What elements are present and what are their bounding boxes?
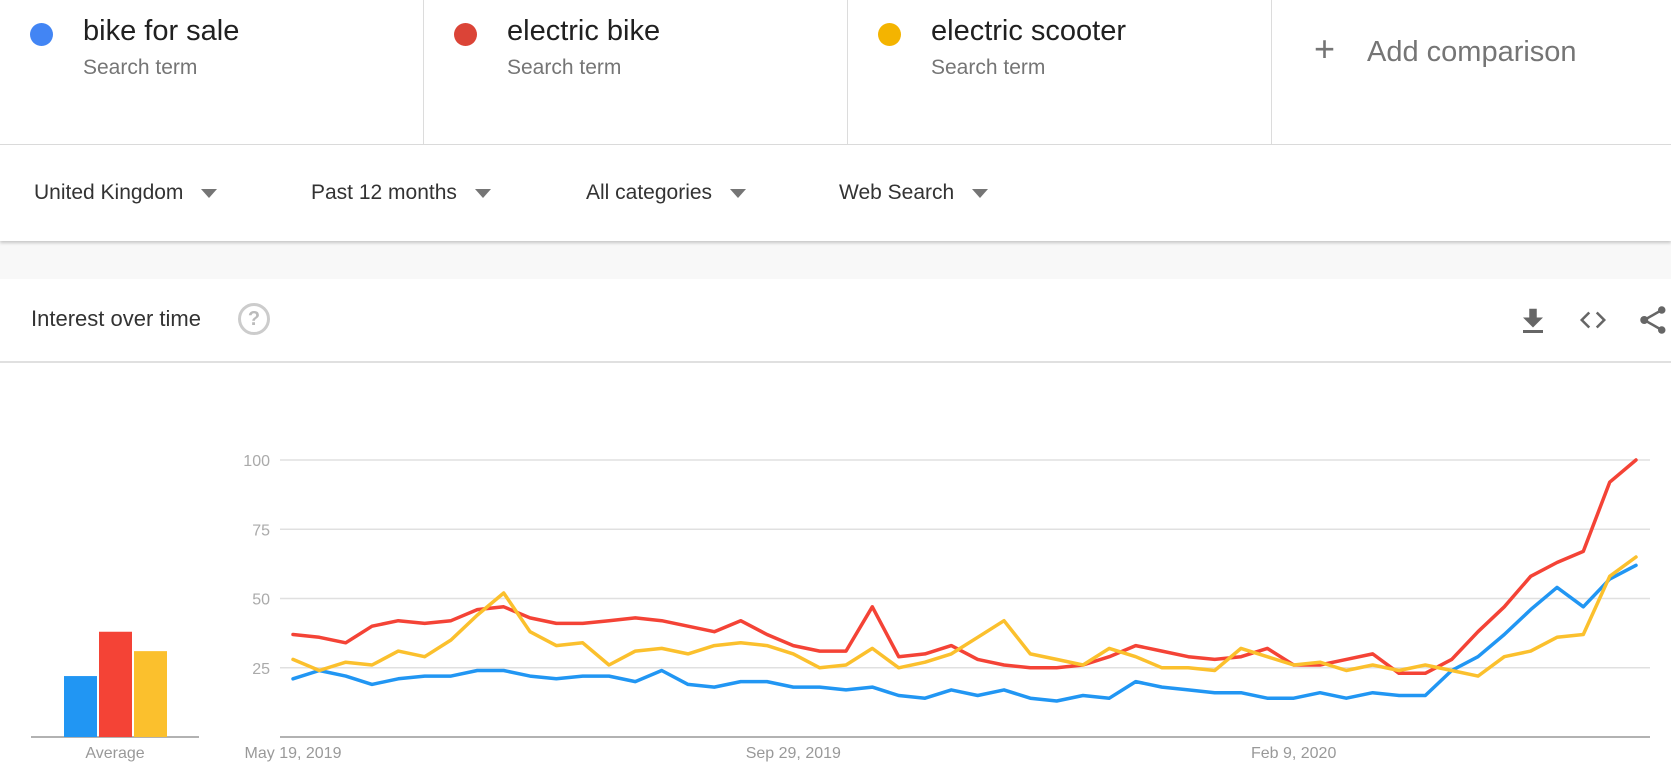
y-tick-label: 100 — [243, 453, 270, 470]
average-bar-electric-bike — [99, 631, 132, 737]
average-label: Average — [85, 745, 144, 762]
y-tick-label: 75 — [252, 522, 270, 539]
series-lines — [291, 458, 1638, 703]
interest-chart: 25 50 75 100 May 19, 2019 Sep 29, 2019 Feb 9,… — [31, 453, 1650, 762]
x-axis: May 19, 2019 Sep 29, 2019 Feb 9, 2020 — [245, 736, 1650, 762]
y-tick-label: 25 — [252, 661, 270, 678]
series-line-bike-for-sale — [291, 563, 1638, 703]
average-bar-bike-for-sale — [64, 676, 97, 737]
series-line-electric-bike — [291, 458, 1638, 676]
average-bar-electric-scooter — [134, 651, 167, 737]
average-bar-chart: Average — [31, 631, 199, 762]
x-tick-label: Feb 9, 2020 — [1251, 745, 1337, 762]
series-line-electric-scooter — [291, 555, 1638, 678]
x-tick-label: Sep 29, 2019 — [746, 745, 841, 762]
y-tick-labels: 25 50 75 100 — [243, 453, 270, 678]
y-tick-label: 50 — [252, 592, 270, 609]
x-tick-label: May 19, 2019 — [245, 745, 342, 762]
grid-lines — [280, 459, 1650, 669]
